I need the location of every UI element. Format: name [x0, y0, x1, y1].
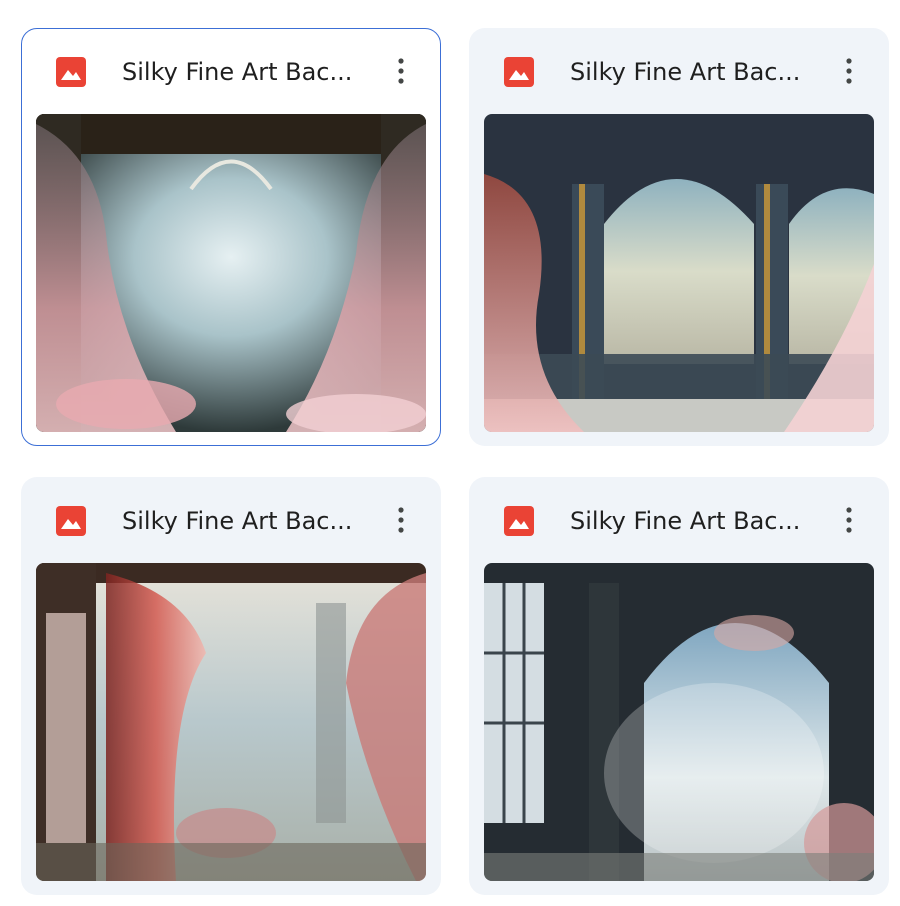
- file-card[interactable]: Silky Fine Art Bac...: [21, 28, 441, 446]
- file-card[interactable]: Silky Fine Art Bac...: [469, 477, 889, 895]
- file-name: Silky Fine Art Bac...: [570, 507, 801, 535]
- file-thumbnail[interactable]: [484, 114, 874, 432]
- more-vert-icon[interactable]: [381, 500, 421, 540]
- more-vert-icon[interactable]: [381, 51, 421, 91]
- file-card[interactable]: Silky Fine Art Bac...: [469, 28, 889, 446]
- file-thumbnail[interactable]: [36, 114, 426, 432]
- image-file-icon: [504, 506, 534, 536]
- file-thumbnail[interactable]: [484, 563, 874, 881]
- image-file-icon: [56, 506, 86, 536]
- image-file-icon: [56, 57, 86, 87]
- file-thumbnail[interactable]: [36, 563, 426, 881]
- file-name: Silky Fine Art Bac...: [570, 58, 801, 86]
- file-card[interactable]: Silky Fine Art Bac...: [21, 477, 441, 895]
- more-vert-icon[interactable]: [829, 51, 869, 91]
- more-vert-icon[interactable]: [829, 500, 869, 540]
- image-file-icon: [504, 57, 534, 87]
- file-name: Silky Fine Art Bac...: [122, 58, 353, 86]
- file-name: Silky Fine Art Bac...: [122, 507, 353, 535]
